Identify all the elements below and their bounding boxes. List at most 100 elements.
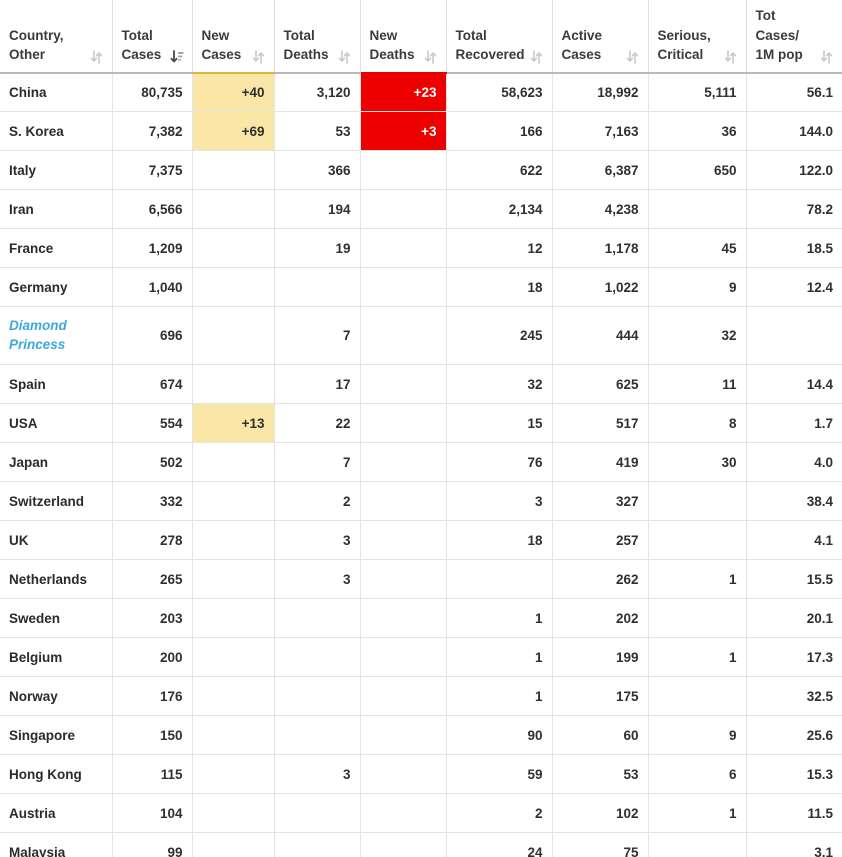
covid-stats-table-page: Country, Other Total Cases New Cases Total Deat… bbox=[0, 0, 842, 857]
cell-new_cases bbox=[192, 598, 275, 639]
cell-country[interactable]: Switzerland bbox=[0, 481, 113, 522]
cell-total_recovered: 90 bbox=[446, 715, 553, 756]
cell-country[interactable]: Malaysia bbox=[0, 832, 113, 857]
cell-new_deaths bbox=[360, 150, 447, 191]
cell-total_cases: 278 bbox=[112, 520, 193, 561]
cell-new_deaths bbox=[360, 793, 447, 834]
cell-country[interactable]: Austria bbox=[0, 793, 113, 834]
table-row: France 1,209 19 12 1,178 45 18.5 bbox=[0, 228, 842, 269]
cell-new_cases bbox=[192, 150, 275, 191]
cell-new_cases bbox=[192, 637, 275, 678]
sort-both-icon[interactable] bbox=[820, 49, 833, 64]
cell-cases_per_1m: 3.1 bbox=[746, 832, 842, 857]
cell-country[interactable]: Germany bbox=[0, 267, 113, 308]
cell-country[interactable]: Belgium bbox=[0, 637, 113, 678]
cell-new_cases bbox=[192, 715, 275, 756]
cell-country[interactable]: Iran bbox=[0, 189, 113, 230]
cell-cases_per_1m: 12.4 bbox=[746, 267, 842, 308]
cell-new_cases: +69 bbox=[192, 111, 275, 152]
cell-total_recovered: 166 bbox=[446, 111, 553, 152]
cell-country[interactable]: France bbox=[0, 228, 113, 269]
cell-new_cases bbox=[192, 559, 275, 600]
cell-country[interactable]: UK bbox=[0, 520, 113, 561]
cell-country[interactable]: Sweden bbox=[0, 598, 113, 639]
cell-new_deaths: +23 bbox=[360, 72, 447, 113]
column-header-text-country: Country, Other bbox=[9, 26, 103, 65]
cell-active_cases: 4,238 bbox=[552, 189, 649, 230]
cell-country[interactable]: Norway bbox=[0, 676, 113, 717]
column-header-total_cases[interactable]: Total Cases bbox=[112, 0, 193, 74]
table-row: Norway 176 1 175 32.5 bbox=[0, 676, 842, 717]
cell-active_cases: 6,387 bbox=[552, 150, 649, 191]
cell-serious bbox=[648, 189, 747, 230]
cell-country[interactable]: Diamond Princess bbox=[0, 306, 113, 366]
cell-country[interactable]: Italy bbox=[0, 150, 113, 191]
cell-total_recovered: 15 bbox=[446, 403, 553, 444]
header-line-1: Tot Cases/ bbox=[755, 8, 800, 43]
cell-total_cases: 1,040 bbox=[112, 267, 193, 308]
cell-total_cases: 203 bbox=[112, 598, 193, 639]
cell-total_recovered: 18 bbox=[446, 520, 553, 561]
cell-active_cases: 419 bbox=[552, 442, 649, 483]
cell-serious bbox=[648, 481, 747, 522]
cell-total_deaths: 3 bbox=[274, 559, 361, 600]
cell-total_cases: 200 bbox=[112, 637, 193, 678]
sort-descending-active-icon[interactable] bbox=[170, 49, 183, 64]
sort-both-icon[interactable] bbox=[252, 49, 265, 64]
column-header-serious[interactable]: Serious, Critical bbox=[648, 0, 747, 74]
cell-total_deaths bbox=[274, 715, 361, 756]
column-header-new_cases[interactable]: New Cases bbox=[192, 0, 275, 74]
sort-both-icon[interactable] bbox=[530, 49, 543, 64]
column-header-total_deaths[interactable]: Total Deaths bbox=[274, 0, 361, 74]
cell-new_cases: +40 bbox=[192, 72, 275, 113]
cell-new_deaths bbox=[360, 228, 447, 269]
cell-country[interactable]: China bbox=[0, 72, 113, 113]
cell-total_recovered bbox=[446, 559, 553, 600]
cell-total_cases: 99 bbox=[112, 832, 193, 857]
cell-cases_per_1m: 1.7 bbox=[746, 403, 842, 444]
cell-total_cases: 502 bbox=[112, 442, 193, 483]
cell-country[interactable]: Spain bbox=[0, 364, 113, 405]
cell-country[interactable]: Netherlands bbox=[0, 559, 113, 600]
cell-country[interactable]: S. Korea bbox=[0, 111, 113, 152]
column-header-text-new_deaths: New Deaths bbox=[370, 26, 437, 65]
sort-both-icon[interactable] bbox=[724, 49, 737, 64]
column-header-total_recovered[interactable]: Total Recovered bbox=[446, 0, 553, 74]
table-row: China 80,735 +40 3,120 +23 58,623 18,992 5,111 5… bbox=[0, 72, 842, 113]
header-line-1: Total bbox=[283, 27, 315, 43]
cell-total_deaths bbox=[274, 267, 361, 308]
cell-total_cases: 176 bbox=[112, 676, 193, 717]
cell-total_deaths: 366 bbox=[274, 150, 361, 191]
cell-active_cases: 7,163 bbox=[552, 111, 649, 152]
cell-total_cases: 150 bbox=[112, 715, 193, 756]
sort-both-icon[interactable] bbox=[338, 49, 351, 64]
cell-country[interactable]: Japan bbox=[0, 442, 113, 483]
cell-cases_per_1m: 15.5 bbox=[746, 559, 842, 600]
column-header-cases_per_1m[interactable]: Tot Cases/1M pop bbox=[746, 0, 842, 74]
cell-total_recovered: 32 bbox=[446, 364, 553, 405]
column-header-new_deaths[interactable]: New Deaths bbox=[360, 0, 447, 74]
cell-total_recovered: 1 bbox=[446, 598, 553, 639]
cell-serious: 8 bbox=[648, 403, 747, 444]
header-line-1: New bbox=[201, 27, 230, 43]
cell-country[interactable]: Singapore bbox=[0, 715, 113, 756]
sort-both-icon[interactable] bbox=[90, 49, 103, 64]
cell-country[interactable]: USA bbox=[0, 403, 113, 444]
cell-total_deaths: 3 bbox=[274, 754, 361, 795]
cell-active_cases: 1,022 bbox=[552, 267, 649, 308]
column-header-country[interactable]: Country, Other bbox=[0, 0, 113, 74]
cell-total_deaths: 22 bbox=[274, 403, 361, 444]
cell-serious: 30 bbox=[648, 442, 747, 483]
cell-serious: 1 bbox=[648, 793, 747, 834]
table-row: Spain 674 17 32 625 11 14.4 bbox=[0, 364, 842, 405]
cell-active_cases: 327 bbox=[552, 481, 649, 522]
column-header-active_cases[interactable]: Active Cases bbox=[552, 0, 649, 74]
cell-new_cases bbox=[192, 754, 275, 795]
table-row: Netherlands 265 3 262 1 15.5 bbox=[0, 559, 842, 600]
cell-serious bbox=[648, 676, 747, 717]
header-line-2: Critical bbox=[657, 47, 704, 63]
cell-country[interactable]: Hong Kong bbox=[0, 754, 113, 795]
sort-both-icon[interactable] bbox=[626, 49, 639, 64]
cell-active_cases: 262 bbox=[552, 559, 649, 600]
sort-both-icon[interactable] bbox=[424, 49, 437, 64]
